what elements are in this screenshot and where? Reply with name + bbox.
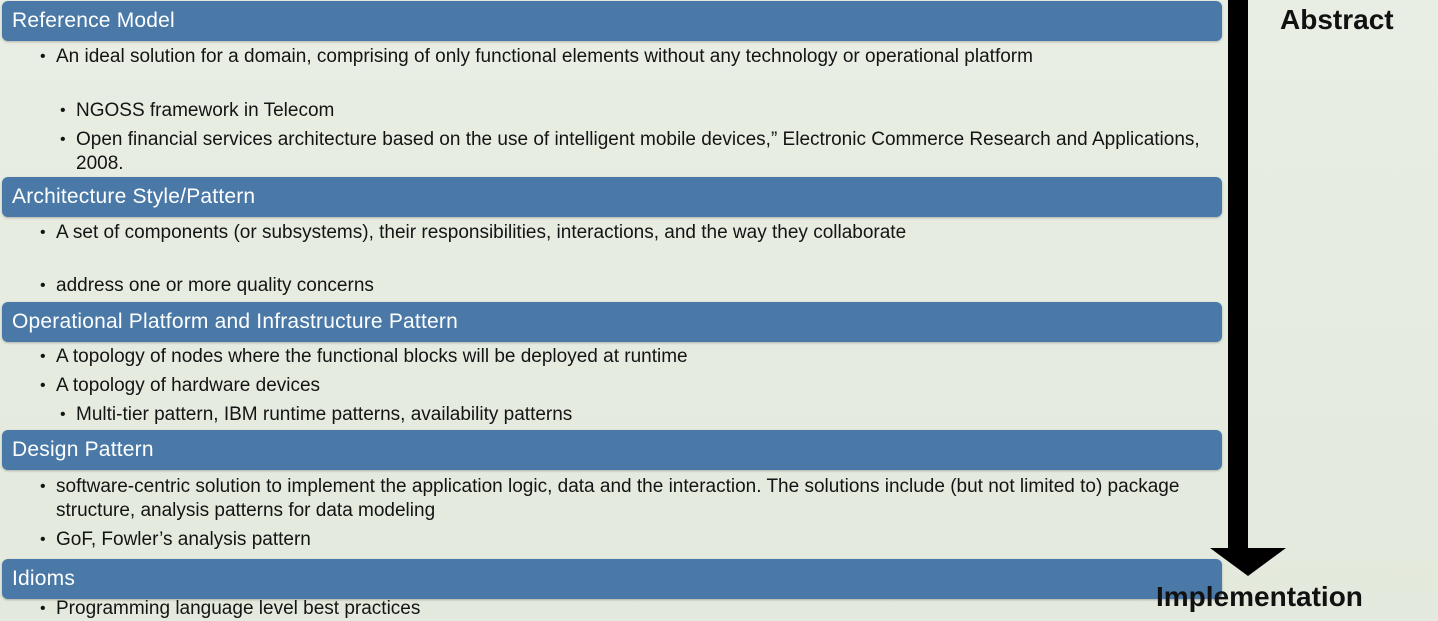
arrow-bottom-label: Implementation [1156, 581, 1363, 612]
bullet-text: A set of components (or subsystems), the… [56, 222, 907, 243]
bullet-icon: • [40, 377, 46, 394]
bullet-item: • GoF, Fowler’s analysis pattern [40, 528, 1216, 552]
bullet-icon: • [60, 102, 66, 119]
bullet-text: Programming language level best practice… [56, 598, 421, 619]
sub-bullet-item: • Multi-tier pattern, IBM runtime patter… [60, 403, 1206, 427]
bullet-icon: • [40, 348, 46, 365]
bullet-text: software-centric solution to implement t… [56, 476, 1180, 521]
bullet-text: A topology of nodes where the functional… [56, 346, 688, 367]
sub-bullet-item: • NGOSS framework in Telecom [60, 99, 1206, 123]
bullet-item: • Programming language level best practi… [40, 597, 1216, 621]
section-header-idioms: Idioms [2, 559, 1222, 599]
bullet-icon: • [60, 406, 66, 423]
bullet-item: • An ideal solution for a domain, compri… [40, 45, 1216, 69]
section-header-reference-model: Reference Model [2, 1, 1222, 41]
bullet-icon: • [40, 600, 46, 617]
section-header-design-pattern: Design Pattern [2, 430, 1222, 470]
bullet-icon: • [40, 531, 46, 548]
bullet-text: An ideal solution for a domain, comprisi… [56, 46, 1033, 67]
bullet-item: • A set of components (or subsystems), t… [40, 221, 1216, 245]
arrow-top-label: Abstract [1280, 4, 1394, 35]
bullet-text: Open financial services architecture bas… [76, 129, 1200, 174]
bullet-item: • address one or more quality concerns [40, 274, 1216, 298]
section-header-architecture-style: Architecture Style/Pattern [2, 177, 1222, 217]
arrow-shaft [1228, 0, 1248, 552]
bullet-icon: • [40, 48, 46, 65]
bullet-icon: • [40, 224, 46, 241]
bullet-text: GoF, Fowler’s analysis pattern [56, 529, 311, 550]
section-header-operational-platform: Operational Platform and Infrastructure … [2, 302, 1222, 342]
bullet-item: • A topology of nodes where the function… [40, 345, 1216, 369]
slide: Reference Model • An ideal solution for … [0, 0, 1438, 619]
bullet-text: NGOSS framework in Telecom [76, 100, 335, 121]
bullet-item: • A topology of hardware devices [40, 374, 1216, 398]
bullet-icon: • [40, 277, 46, 294]
bullet-icon: • [40, 478, 46, 495]
bullet-text: A topology of hardware devices [56, 375, 321, 396]
bullet-text: Multi-tier pattern, IBM runtime patterns… [76, 404, 573, 425]
bullet-item: • software-centric solution to implement… [40, 475, 1216, 523]
bullet-icon: • [60, 131, 66, 148]
bullet-text: address one or more quality concerns [56, 275, 374, 296]
arrow-down-icon [1210, 548, 1286, 576]
sub-bullet-item: • Open financial services architecture b… [60, 128, 1206, 176]
